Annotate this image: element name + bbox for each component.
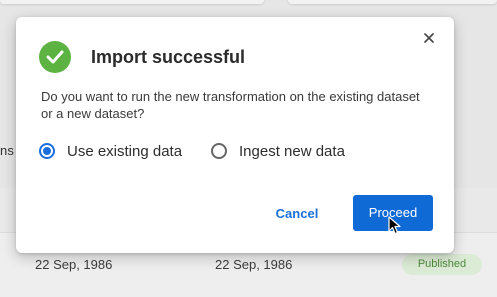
background-card <box>0 0 264 4</box>
radio-button[interactable] <box>211 143 227 159</box>
table-cell-date: 22 Sep, 1986 <box>215 257 293 272</box>
dialog-message: Do you want to run the new transformatio… <box>41 89 420 121</box>
radio-label: Ingest new data <box>239 142 345 160</box>
cancel-button[interactable]: Cancel <box>266 203 328 225</box>
table-cell-date: 22 Sep, 1986 <box>35 257 113 272</box>
radio-ingest-new-data[interactable]: Ingest new data <box>211 141 345 161</box>
background-partial-text: ns <box>0 143 15 158</box>
dialog-title: Import successful <box>91 47 246 67</box>
radio-use-existing-data[interactable]: Use existing data <box>39 141 182 161</box>
mouse-cursor-icon <box>388 216 401 235</box>
radio-button[interactable] <box>39 143 55 159</box>
radio-label: Use existing data <box>67 142 183 160</box>
check-circle-icon <box>39 41 71 73</box>
close-icon[interactable] <box>421 30 437 46</box>
status-badge: Published <box>402 254 482 275</box>
background-card <box>288 0 497 4</box>
